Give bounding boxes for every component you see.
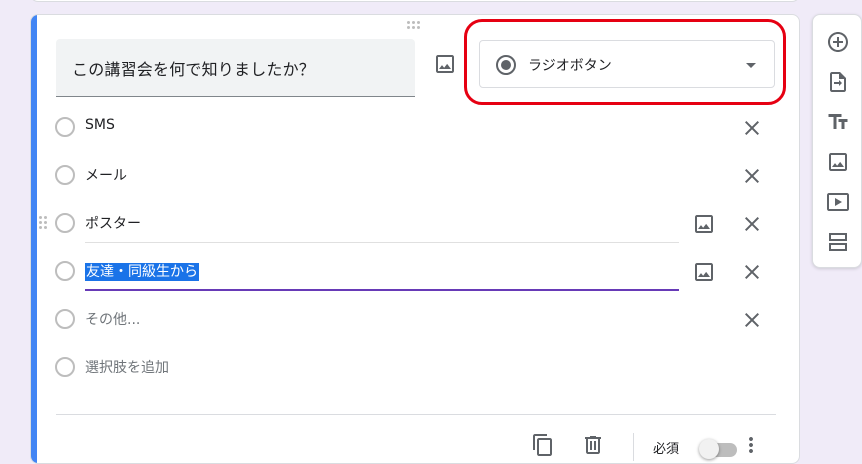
required-toggle-knob[interactable] [699,439,719,459]
question-type-dropdown[interactable]: ラジオボタン [479,40,775,88]
other-option-label[interactable]: その他... [85,309,140,329]
option-label[interactable]: ポスター [85,213,141,233]
footer-divider [56,414,776,415]
question-type-label: ラジオボタン [528,58,612,74]
previous-card-edge [30,0,800,2]
dropdown-arrow-icon [746,63,756,68]
question-card[interactable]: この講習会を何で知りましたか？ ラジオボタン SMS メール ポスター 友達・同… [30,14,800,464]
question-title-field[interactable]: この講習会を何で知りましたか？ [56,39,415,97]
option-input-focus-underline [85,289,679,291]
add-image-icon[interactable] [433,52,457,76]
option-label[interactable]: メール [85,165,127,185]
question-title-text: この講習会を何で知りましたか？ [72,60,316,79]
option-row[interactable]: SMS [31,103,799,151]
required-label: 必須 [653,442,680,457]
option-drag-handle-icon[interactable] [39,216,49,232]
radio-button-icon [496,55,516,75]
side-toolbar [812,14,862,268]
section-icon[interactable] [826,230,850,254]
option-input-underline [85,242,679,243]
other-option-row[interactable]: その他... [31,295,799,343]
option-image-icon[interactable] [692,212,716,236]
add-circle-icon[interactable] [826,30,850,54]
title-text-icon[interactable] [826,110,850,134]
remove-option-icon[interactable] [740,116,764,140]
import-question-icon[interactable] [826,70,850,94]
add-option-row[interactable]: 選択肢を追加 [31,343,799,391]
remove-option-icon[interactable] [740,212,764,236]
card-drag-handle-icon[interactable] [407,21,423,31]
more-options-icon[interactable] [739,433,763,457]
option-radio-icon [55,261,75,281]
remove-option-icon[interactable] [740,164,764,188]
option-row[interactable]: メール [31,151,799,199]
option-row-hovered[interactable]: ポスター [31,199,799,247]
remove-option-icon[interactable] [740,308,764,332]
option-row-focused[interactable]: 友達・同級生から [31,247,799,295]
remove-option-icon[interactable] [740,260,764,284]
image-icon[interactable] [826,150,850,174]
option-radio-icon [55,309,75,329]
option-label-input[interactable]: 友達・同級生から [85,261,199,281]
footer-separator [633,433,634,461]
option-image-icon[interactable] [692,260,716,284]
duplicate-icon[interactable] [531,433,555,457]
option-radio-icon [55,213,75,233]
add-option-button[interactable]: 選択肢を追加 [85,357,169,377]
option-label[interactable]: SMS [85,117,115,133]
option-radio-icon [55,117,75,137]
selected-option-text: 友達・同級生から [85,263,199,281]
video-icon[interactable] [826,190,850,214]
option-radio-icon [55,165,75,185]
delete-icon[interactable] [581,433,605,457]
option-radio-icon [55,357,75,377]
